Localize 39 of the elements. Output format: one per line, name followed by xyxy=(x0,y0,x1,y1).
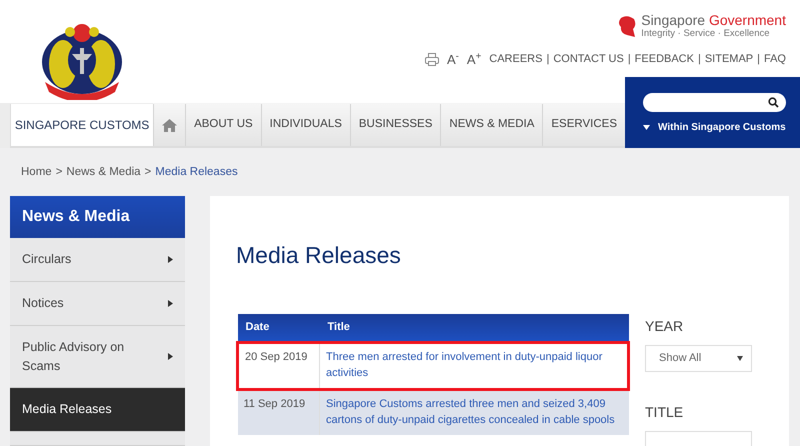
year-select[interactable]: Show All xyxy=(645,344,752,372)
tagline: Integrity · Service · Excellence xyxy=(641,28,771,42)
separator: | xyxy=(628,52,631,67)
separator: | xyxy=(757,52,760,67)
breadcrumb-link[interactable]: News & Media xyxy=(66,164,141,196)
header-link[interactable]: CAREERS xyxy=(489,51,542,68)
nav-tab[interactable]: NEWS & MEDIA xyxy=(440,104,542,146)
font-size-button[interactable]: A$^{+}$ xyxy=(466,50,482,69)
site-name: SINGAPORE CUSTOMS xyxy=(14,117,150,134)
column-header: Title xyxy=(328,321,350,334)
page-title: Media Releases xyxy=(236,242,402,270)
header-link[interactable]: FAQ xyxy=(764,51,786,68)
font-size-button[interactable]: A$^{-}$ xyxy=(446,50,459,69)
separator: | xyxy=(698,52,701,67)
caret-icon xyxy=(737,356,743,361)
search-scope-dropdown[interactable]: Within Singapore Customs xyxy=(643,120,786,135)
breadcrumb-separator: > xyxy=(56,165,62,180)
breadcrumb-separator: > xyxy=(144,165,152,180)
sidebar-item[interactable]: Notices xyxy=(10,282,185,326)
print-icon[interactable] xyxy=(424,52,439,66)
sidebar-item[interactable]: Circulars xyxy=(10,238,185,282)
lion-head-icon xyxy=(617,15,638,40)
search-field[interactable] xyxy=(643,93,786,112)
sidebar-item[interactable]: Media Releases xyxy=(10,388,185,432)
separator: | xyxy=(546,52,550,67)
header-link[interactable]: SITEMAP xyxy=(704,51,754,68)
filter-label: TITLE xyxy=(645,402,684,422)
search-icon[interactable] xyxy=(768,97,779,108)
header-link[interactable]: CONTACT US xyxy=(553,51,624,68)
table-cell: 11 Sep 2019 xyxy=(238,389,320,435)
sidebar-item[interactable]: Public Advisory on Scams xyxy=(10,326,185,388)
header-link[interactable]: FEEDBACK xyxy=(634,51,694,68)
government-brand: Singapore Government xyxy=(641,13,786,28)
nav-tab[interactable]: BUSINESSES xyxy=(350,104,440,146)
caret-icon xyxy=(643,125,650,130)
column-header: Date xyxy=(246,321,270,334)
filter-label: YEAR xyxy=(645,316,684,336)
sidebar-heading: News & Media xyxy=(10,196,185,238)
breadcrumb-link[interactable]: Home xyxy=(21,164,52,196)
